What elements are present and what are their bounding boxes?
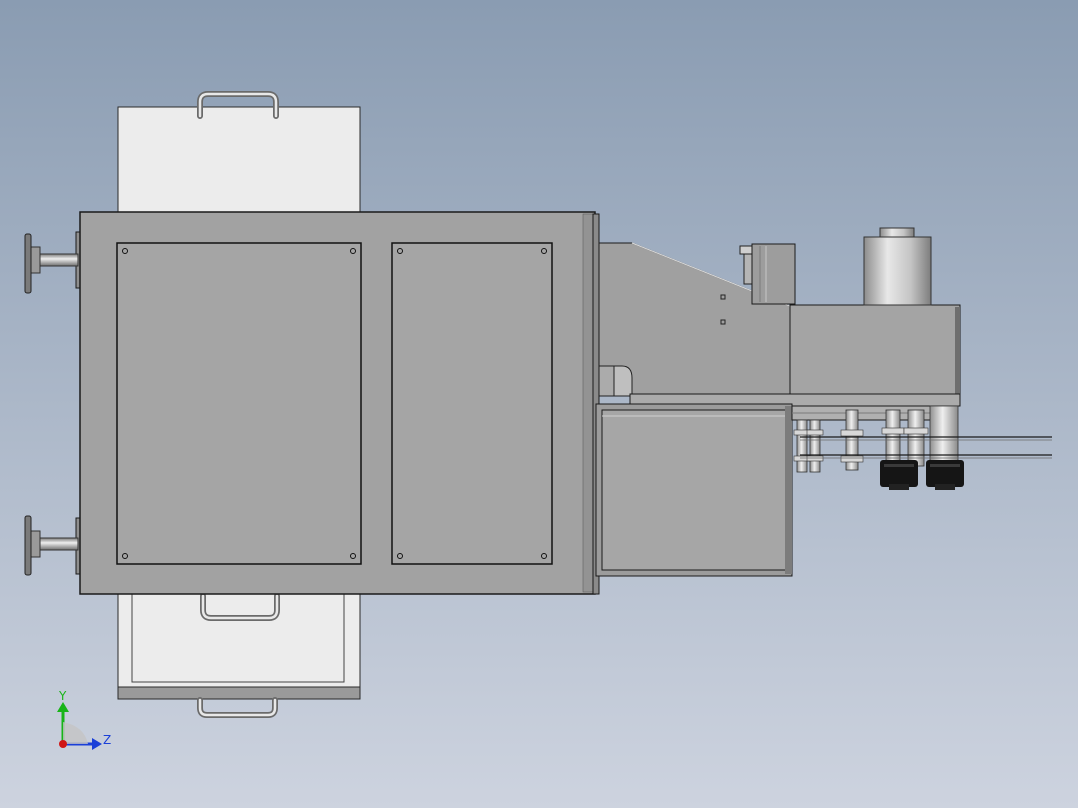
access-panel-right[interactable] — [391, 242, 553, 565]
y-axis-label: Y — [58, 689, 67, 703]
cad-viewport[interactable]: Y Z — [0, 0, 1078, 808]
cad-drawing[interactable]: Y Z — [0, 0, 1078, 808]
access-panel-left[interactable] — [116, 242, 362, 565]
z-axis-label: Z — [103, 733, 111, 747]
bottom-drawer[interactable] — [117, 589, 361, 718]
lower-right-box — [595, 403, 793, 577]
x-axis-dot — [59, 740, 67, 748]
top-drawer[interactable] — [117, 91, 361, 214]
adjustment-knob[interactable] — [926, 460, 964, 490]
adjustment-knob[interactable] — [880, 460, 918, 490]
large-cylinder — [863, 227, 932, 306]
